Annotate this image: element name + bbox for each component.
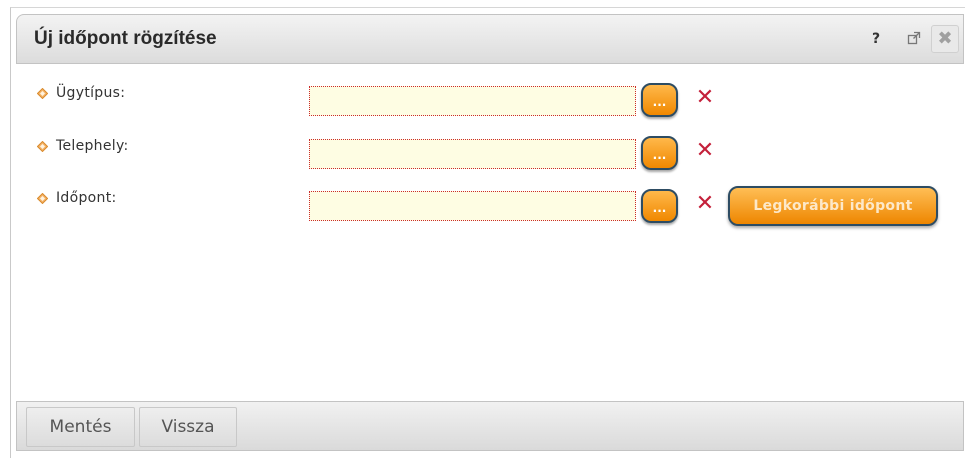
idopont-clear-icon[interactable]: ✕ (695, 193, 715, 215)
telephely-field[interactable] (309, 139, 636, 169)
idopont-field[interactable] (309, 191, 636, 221)
earliest-appointment-button[interactable]: Legkorábbi időpont (728, 186, 938, 226)
field-label-wrap: Telephely: (37, 137, 129, 155)
required-diamond-icon (37, 140, 48, 152)
dialog-title: Új időpont rögzítése (34, 28, 217, 49)
idopont-picker-button[interactable]: ... (641, 189, 678, 223)
ugytipus-field[interactable] (309, 86, 636, 116)
telephely-clear-icon[interactable]: ✕ (695, 140, 715, 162)
help-icon[interactable]: ? (872, 31, 880, 47)
telephely-label: Telephely: (56, 138, 129, 154)
ugytipus-picker-button[interactable]: ... (641, 83, 678, 117)
field-label-wrap: Ügytípus: (37, 84, 125, 102)
dialog-window: Új időpont rögzítése ? ✖ Ügytípus: ... ✕ (10, 7, 965, 458)
telephely-picker-button[interactable]: ... (641, 136, 678, 170)
idopont-label: Időpont: (56, 190, 117, 206)
dialog-titlebar: Új időpont rögzítése ? ✖ (16, 14, 964, 64)
back-button[interactable]: Vissza (139, 407, 237, 447)
close-icon[interactable]: ✖ (931, 25, 959, 53)
field-label-wrap: Időpont: (37, 189, 117, 207)
ugytipus-label: Ügytípus: (56, 85, 126, 101)
save-button[interactable]: Mentés (26, 407, 135, 447)
required-diamond-icon (37, 192, 48, 204)
dialog-footer: Mentés Vissza (16, 401, 964, 451)
required-diamond-icon (37, 87, 48, 99)
popout-icon[interactable] (905, 31, 923, 49)
ugytipus-clear-icon[interactable]: ✕ (695, 87, 715, 109)
